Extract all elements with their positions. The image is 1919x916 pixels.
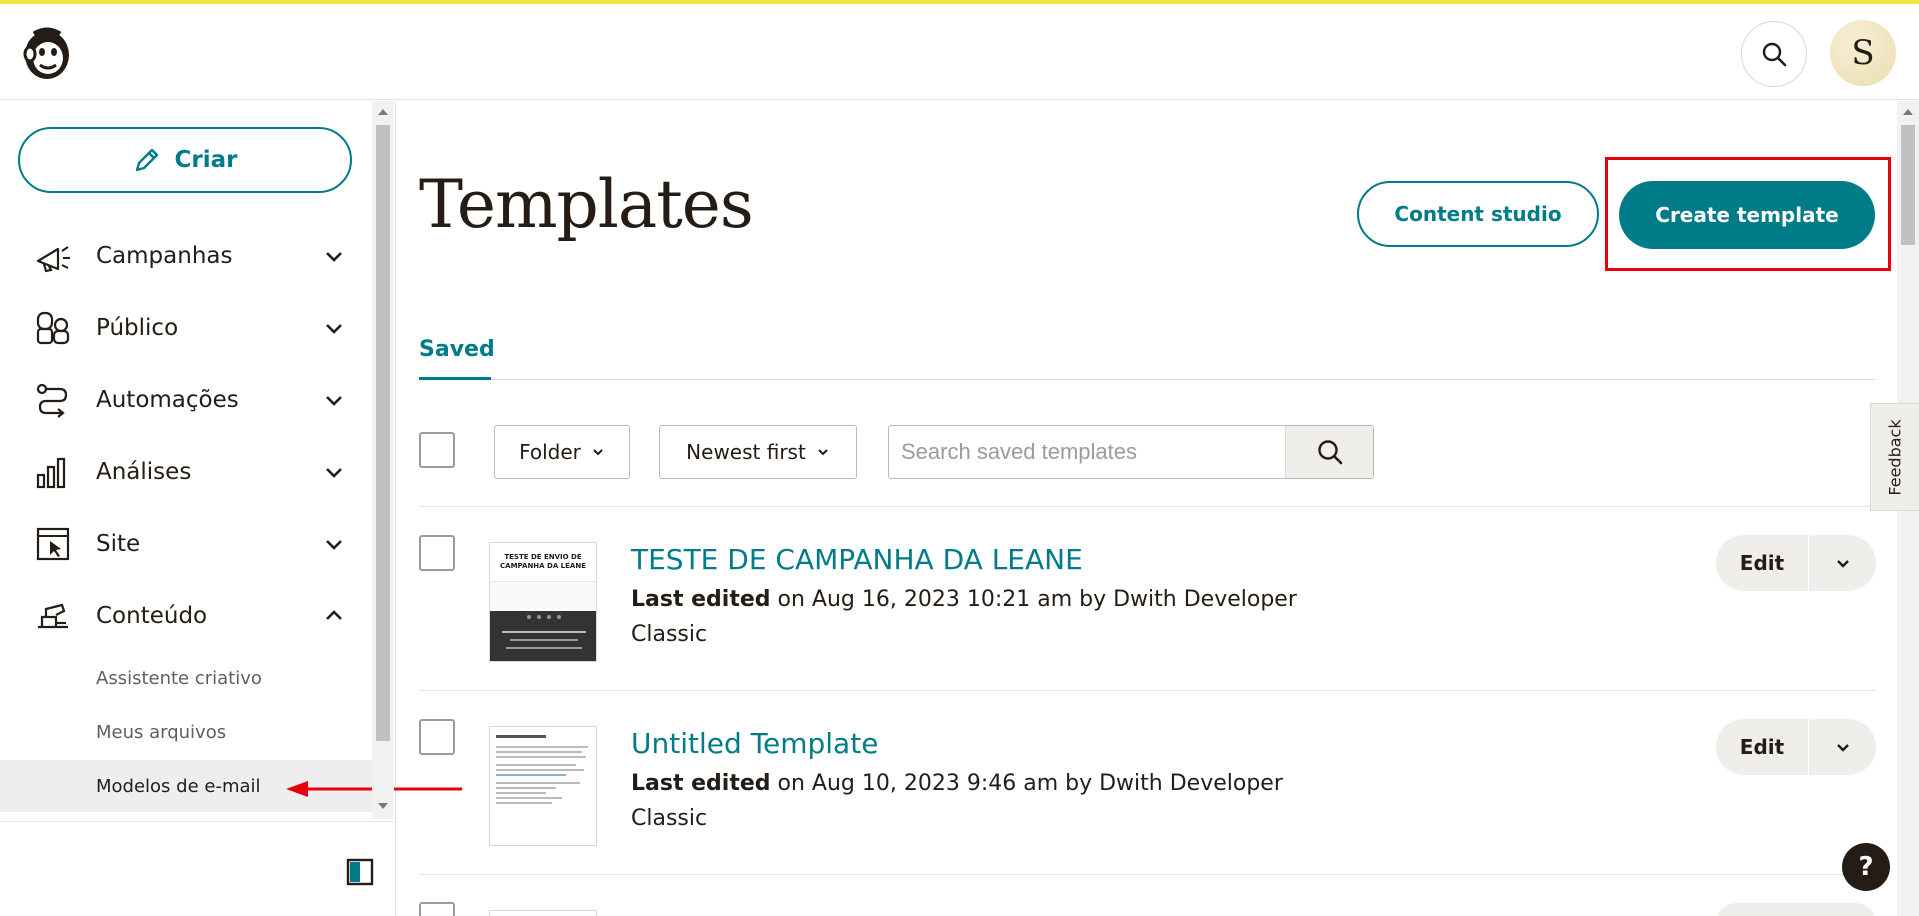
sidebar-item-label: Público — [96, 315, 179, 341]
scrollbar-thumb[interactable] — [1901, 125, 1915, 245]
sidebar-item-label: Campanhas — [96, 243, 233, 269]
bar-chart-icon — [36, 457, 66, 489]
chevron-up-icon — [326, 610, 342, 620]
search-icon[interactable] — [1741, 21, 1807, 87]
template-meta: Last edited on Aug 10, 2023 9:46 am by D… — [631, 771, 1283, 796]
edit-options-toggle[interactable] — [1809, 739, 1876, 755]
audience-icon — [36, 311, 70, 345]
chevron-down-icon — [593, 449, 603, 456]
website-icon — [36, 527, 70, 561]
template-thumbnail[interactable] — [489, 726, 597, 846]
edit-button-group — [1716, 903, 1876, 916]
tab-active-indicator — [419, 377, 491, 380]
sidebar-subitem-label: Assistente criativo — [96, 667, 262, 689]
main-content: Templates Content studio Create template… — [397, 101, 1897, 916]
collapse-sidebar-icon[interactable] — [346, 858, 374, 886]
template-type: Classic — [631, 806, 708, 831]
edit-button-group: Edit — [1716, 535, 1876, 591]
chevron-down-icon — [1836, 744, 1849, 752]
annotation-highlight-box — [1605, 157, 1891, 271]
select-all-checkbox[interactable] — [419, 432, 455, 468]
scroll-up-arrow-icon[interactable] — [378, 109, 388, 115]
avatar[interactable]: S — [1830, 20, 1896, 86]
sidebar-item-conteudo[interactable]: Conteúdo — [0, 586, 372, 646]
search-templates-input[interactable] — [901, 436, 1281, 468]
edit-button[interactable]: Edit — [1716, 551, 1808, 575]
chevron-down-icon — [326, 324, 342, 334]
thumbnail-footer — [490, 611, 596, 661]
sidebar: Criar Campanhas Público Automações Análi… — [0, 101, 462, 916]
pencil-icon — [135, 148, 158, 172]
last-edited-value: on Aug 16, 2023 10:21 am by Dwith Develo… — [777, 587, 1297, 612]
chevron-down-icon — [818, 449, 828, 456]
chevron-down-icon — [1836, 560, 1849, 568]
sidebar-subitem-assistente-criativo[interactable]: Assistente criativo — [0, 652, 372, 704]
chevron-down-icon — [326, 396, 342, 406]
sidebar-item-publico[interactable]: Público — [0, 298, 372, 358]
thumbnail-body — [490, 727, 596, 812]
sidebar-item-analises[interactable]: Análises — [0, 442, 372, 502]
scrollbar-thumb[interactable] — [376, 125, 390, 741]
create-button-label: Criar — [174, 147, 238, 173]
last-edited-label: Last edited — [631, 587, 771, 612]
edit-button[interactable]: Edit — [1716, 735, 1808, 759]
scroll-up-arrow-icon[interactable] — [1903, 109, 1913, 115]
list-divider — [419, 690, 1875, 691]
tabs-divider — [419, 379, 1875, 380]
sidebar-item-automacoes[interactable]: Automações — [0, 370, 372, 430]
help-button[interactable]: ? — [1842, 843, 1890, 891]
sidebar-subitem-meus-arquivos[interactable]: Meus arquivos — [0, 706, 372, 758]
template-thumbnail[interactable] — [489, 910, 597, 916]
row-checkbox[interactable] — [419, 535, 455, 571]
top-bar: S — [0, 4, 1919, 100]
sidebar-item-campanhas[interactable]: Campanhas — [0, 226, 372, 286]
edit-options-toggle[interactable] — [1809, 555, 1876, 571]
mailchimp-freddie-icon[interactable] — [18, 24, 76, 82]
row-checkbox[interactable] — [419, 902, 455, 916]
thumbnail-body — [490, 581, 596, 609]
sidebar-item-label: Conteúdo — [96, 603, 208, 629]
template-name-link[interactable]: Untitled Template — [631, 727, 878, 760]
list-divider — [419, 874, 1875, 875]
sidebar-item-label: Automações — [96, 387, 239, 413]
chevron-down-icon — [326, 252, 342, 262]
last-edited-label: Last edited — [631, 771, 771, 796]
template-thumbnail[interactable]: TESTE DE ENVIO DE CAMPANHA DA LEANE — [489, 542, 597, 662]
folder-dropdown[interactable]: Folder — [494, 425, 630, 479]
list-divider — [419, 506, 1875, 507]
last-edited-value: on Aug 10, 2023 9:46 am by Dwith Develop… — [777, 771, 1283, 796]
search-submit-button[interactable] — [1285, 426, 1373, 478]
template-meta: Last edited on Aug 16, 2023 10:21 am by … — [631, 587, 1297, 612]
sidebar-item-label: Site — [96, 531, 141, 557]
sidebar-footer — [0, 821, 394, 916]
search-icon — [1317, 440, 1342, 465]
sidebar-subitem-label: Meus arquivos — [96, 721, 227, 743]
folder-dropdown-label: Folder — [519, 440, 581, 464]
search-templates — [888, 425, 1374, 479]
template-type: Classic — [631, 622, 708, 647]
page-title: Templates — [419, 166, 754, 243]
create-button[interactable]: Criar — [18, 127, 352, 193]
content-studio-button[interactable]: Content studio — [1357, 181, 1599, 247]
thumbnail-heading: TESTE DE ENVIO DE CAMPANHA DA LEANE — [500, 553, 586, 570]
sidebar-item-label: Análises — [96, 459, 192, 485]
automation-icon — [36, 383, 68, 418]
tab-saved[interactable]: Saved — [419, 337, 495, 362]
chevron-down-icon — [326, 468, 342, 478]
sidebar-item-site[interactable]: Site — [0, 514, 372, 574]
scroll-down-arrow-icon[interactable] — [378, 803, 388, 809]
feedback-label: Feedback — [1885, 418, 1905, 496]
sidebar-scrollbar[interactable] — [372, 101, 394, 819]
sidebar-subitem-label: Modelos de e-mail — [96, 775, 261, 797]
edit-button-group: Edit — [1716, 719, 1876, 775]
row-checkbox[interactable] — [419, 719, 455, 755]
sort-dropdown-label: Newest first — [686, 440, 806, 464]
content-icon — [38, 603, 68, 629]
chevron-down-icon — [326, 540, 342, 550]
megaphone-icon — [36, 246, 70, 273]
template-name-link[interactable]: TESTE DE CAMPANHA DA LEANE — [631, 543, 1083, 576]
sort-dropdown[interactable]: Newest first — [659, 425, 857, 479]
feedback-tab[interactable]: Feedback — [1870, 403, 1919, 511]
